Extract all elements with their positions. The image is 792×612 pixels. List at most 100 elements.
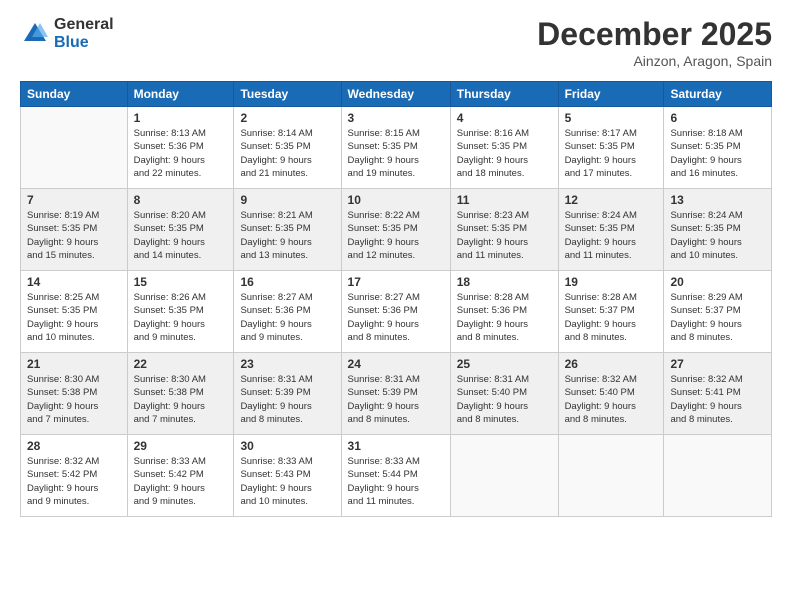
day-info: Sunrise: 8:26 AM Sunset: 5:35 PM Dayligh… [134, 291, 228, 344]
day-number: 9 [240, 193, 334, 207]
day-number: 5 [565, 111, 658, 125]
calendar-cell [558, 435, 664, 517]
day-number: 24 [348, 357, 444, 371]
calendar-cell: 9 Sunrise: 8:21 AM Sunset: 5:35 PM Daylig… [234, 189, 341, 271]
day-number: 8 [134, 193, 228, 207]
day-info: Sunrise: 8:30 AM Sunset: 5:38 PM Dayligh… [27, 373, 121, 426]
col-saturday: Saturday [664, 82, 772, 107]
calendar-cell: 8 Sunrise: 8:20 AM Sunset: 5:35 PM Daylig… [127, 189, 234, 271]
calendar-cell: 23Sunrise: 8:31 AM Sunset: 5:39 PM Dayli… [234, 353, 341, 435]
calendar-cell: 24Sunrise: 8:31 AM Sunset: 5:39 PM Dayli… [341, 353, 450, 435]
col-friday: Friday [558, 82, 664, 107]
calendar-cell: 2 Sunrise: 8:14 AM Sunset: 5:35 PM Daylig… [234, 107, 341, 189]
day-number: 2 [240, 111, 334, 125]
calendar-cell [664, 435, 772, 517]
day-number: 18 [457, 275, 552, 289]
day-number: 3 [348, 111, 444, 125]
day-info: Sunrise: 8:21 AM Sunset: 5:35 PM Dayligh… [240, 209, 334, 262]
calendar-cell: 31 Sunrise: 8:33 AM Sunset: 5:44 PM Dayli… [341, 435, 450, 517]
calendar-week-3: 14 Sunrise: 8:25 AM Sunset: 5:35 PM Dayli… [21, 271, 772, 353]
logo: General Blue [20, 16, 114, 51]
day-info: Sunrise: 8:16 AM Sunset: 5:35 PM Dayligh… [457, 127, 552, 180]
day-info: Sunrise: 8:33 AM Sunset: 5:43 PM Dayligh… [240, 455, 334, 508]
day-number: 4 [457, 111, 552, 125]
calendar-week-4: 21 Sunrise: 8:30 AM Sunset: 5:38 PM Dayli… [21, 353, 772, 435]
calendar-week-2: 7 Sunrise: 8:19 AM Sunset: 5:35 PM Daylig… [21, 189, 772, 271]
calendar-cell: 10 Sunrise: 8:22 AM Sunset: 5:35 PM Dayli… [341, 189, 450, 271]
calendar-week-1: 1Sunrise: 8:13 AM Sunset: 5:36 PM Daylig… [21, 107, 772, 189]
calendar-cell: 27 Sunrise: 8:32 AM Sunset: 5:41 PM Dayli… [664, 353, 772, 435]
calendar-cell: 21 Sunrise: 8:30 AM Sunset: 5:38 PM Dayli… [21, 353, 128, 435]
day-number: 14 [27, 275, 121, 289]
day-info: Sunrise: 8:28 AM Sunset: 5:36 PM Dayligh… [457, 291, 552, 344]
calendar-header: Sunday Monday Tuesday Wednesday Thursday… [21, 82, 772, 107]
day-number: 19 [565, 275, 658, 289]
day-number: 29 [134, 439, 228, 453]
day-info: Sunrise: 8:24 AM Sunset: 5:35 PM Dayligh… [565, 209, 658, 262]
header-row: Sunday Monday Tuesday Wednesday Thursday… [21, 82, 772, 107]
day-number: 10 [348, 193, 444, 207]
logo-text: General Blue [54, 16, 114, 51]
col-monday: Monday [127, 82, 234, 107]
day-info: Sunrise: 8:29 AM Sunset: 5:37 PM Dayligh… [670, 291, 765, 344]
day-number: 31 [348, 439, 444, 453]
day-info: Sunrise: 8:20 AM Sunset: 5:35 PM Dayligh… [134, 209, 228, 262]
calendar-cell: 30 Sunrise: 8:33 AM Sunset: 5:43 PM Dayli… [234, 435, 341, 517]
day-info: Sunrise: 8:27 AM Sunset: 5:36 PM Dayligh… [240, 291, 334, 344]
day-number: 30 [240, 439, 334, 453]
title-block: December 2025 Ainzon, Aragon, Spain [537, 16, 772, 69]
page: General Blue December 2025 Ainzon, Arago… [0, 0, 792, 612]
calendar-week-5: 28 Sunrise: 8:32 AM Sunset: 5:42 PM Dayli… [21, 435, 772, 517]
day-info: Sunrise: 8:30 AM Sunset: 5:38 PM Dayligh… [134, 373, 228, 426]
day-number: 23 [240, 357, 334, 371]
day-info: Sunrise: 8:33 AM Sunset: 5:44 PM Dayligh… [348, 455, 444, 508]
day-number: 16 [240, 275, 334, 289]
day-info: Sunrise: 8:32 AM Sunset: 5:41 PM Dayligh… [670, 373, 765, 426]
day-info: Sunrise: 8:25 AM Sunset: 5:35 PM Dayligh… [27, 291, 121, 344]
day-info: Sunrise: 8:22 AM Sunset: 5:35 PM Dayligh… [348, 209, 444, 262]
day-info: Sunrise: 8:28 AM Sunset: 5:37 PM Dayligh… [565, 291, 658, 344]
calendar-cell [450, 435, 558, 517]
calendar-cell: 13Sunrise: 8:24 AM Sunset: 5:35 PM Dayli… [664, 189, 772, 271]
logo-icon [20, 19, 50, 49]
logo-general: General [54, 16, 114, 34]
calendar-cell: 29Sunrise: 8:33 AM Sunset: 5:42 PM Dayli… [127, 435, 234, 517]
calendar-table: Sunday Monday Tuesday Wednesday Thursday… [20, 81, 772, 517]
calendar-cell [21, 107, 128, 189]
day-number: 13 [670, 193, 765, 207]
calendar-cell: 25Sunrise: 8:31 AM Sunset: 5:40 PM Dayli… [450, 353, 558, 435]
calendar-cell: 1Sunrise: 8:13 AM Sunset: 5:36 PM Daylig… [127, 107, 234, 189]
day-number: 7 [27, 193, 121, 207]
day-number: 26 [565, 357, 658, 371]
month-title: December 2025 [537, 16, 772, 53]
day-number: 11 [457, 193, 552, 207]
day-info: Sunrise: 8:23 AM Sunset: 5:35 PM Dayligh… [457, 209, 552, 262]
calendar-body: 1Sunrise: 8:13 AM Sunset: 5:36 PM Daylig… [21, 107, 772, 517]
calendar-cell: 19 Sunrise: 8:28 AM Sunset: 5:37 PM Dayli… [558, 271, 664, 353]
location: Ainzon, Aragon, Spain [537, 53, 772, 69]
day-number: 28 [27, 439, 121, 453]
day-info: Sunrise: 8:17 AM Sunset: 5:35 PM Dayligh… [565, 127, 658, 180]
calendar-cell: 11 Sunrise: 8:23 AM Sunset: 5:35 PM Dayli… [450, 189, 558, 271]
day-info: Sunrise: 8:32 AM Sunset: 5:40 PM Dayligh… [565, 373, 658, 426]
day-info: Sunrise: 8:18 AM Sunset: 5:35 PM Dayligh… [670, 127, 765, 180]
day-number: 21 [27, 357, 121, 371]
day-info: Sunrise: 8:13 AM Sunset: 5:36 PM Dayligh… [134, 127, 228, 180]
calendar-cell: 18 Sunrise: 8:28 AM Sunset: 5:36 PM Dayli… [450, 271, 558, 353]
day-number: 27 [670, 357, 765, 371]
day-info: Sunrise: 8:15 AM Sunset: 5:35 PM Dayligh… [348, 127, 444, 180]
col-wednesday: Wednesday [341, 82, 450, 107]
calendar-cell: 3 Sunrise: 8:15 AM Sunset: 5:35 PM Daylig… [341, 107, 450, 189]
day-info: Sunrise: 8:27 AM Sunset: 5:36 PM Dayligh… [348, 291, 444, 344]
calendar-cell: 22 Sunrise: 8:30 AM Sunset: 5:38 PM Dayli… [127, 353, 234, 435]
header: General Blue December 2025 Ainzon, Arago… [20, 16, 772, 69]
day-number: 17 [348, 275, 444, 289]
calendar-cell: 5 Sunrise: 8:17 AM Sunset: 5:35 PM Daylig… [558, 107, 664, 189]
calendar-cell: 20Sunrise: 8:29 AM Sunset: 5:37 PM Dayli… [664, 271, 772, 353]
day-info: Sunrise: 8:14 AM Sunset: 5:35 PM Dayligh… [240, 127, 334, 180]
day-info: Sunrise: 8:32 AM Sunset: 5:42 PM Dayligh… [27, 455, 121, 508]
calendar-cell: 4 Sunrise: 8:16 AM Sunset: 5:35 PM Daylig… [450, 107, 558, 189]
day-number: 22 [134, 357, 228, 371]
day-number: 25 [457, 357, 552, 371]
day-info: Sunrise: 8:19 AM Sunset: 5:35 PM Dayligh… [27, 209, 121, 262]
